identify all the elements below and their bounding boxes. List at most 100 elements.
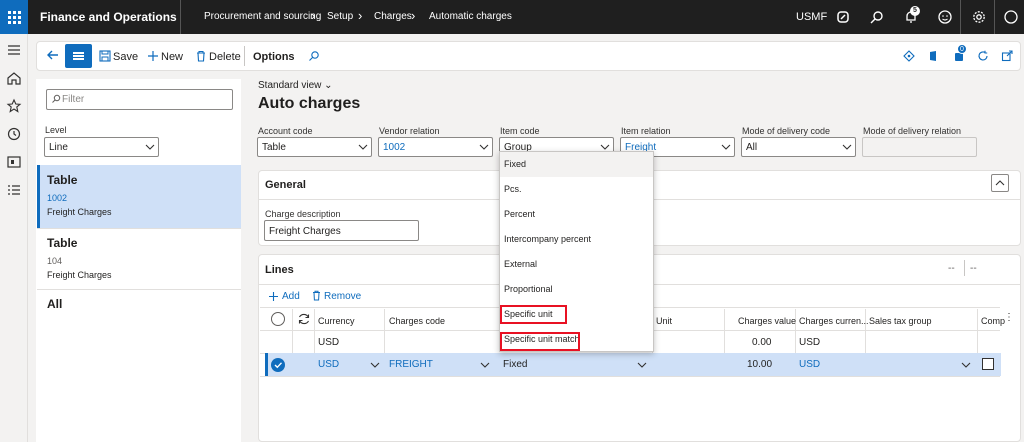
select-all-checkbox[interactable] <box>271 312 285 326</box>
search-icon[interactable] <box>308 50 320 62</box>
office-icon[interactable] <box>927 50 939 62</box>
add-line-button[interactable]: Add <box>282 291 300 302</box>
chevron-down-icon[interactable] <box>480 360 490 370</box>
plus-icon[interactable] <box>268 291 279 302</box>
chevron-down-icon <box>842 144 852 150</box>
record-subtitle: 1002 <box>47 193 68 203</box>
level-label: Level <box>45 125 67 135</box>
column-header-charges-value[interactable]: Charges value <box>738 316 796 326</box>
company-picker[interactable]: USMF <box>796 11 827 23</box>
breadcrumb-item[interactable]: Procurement and sourcing <box>204 11 321 22</box>
menu-item-fixed[interactable]: Fixed <box>500 152 653 177</box>
column-header-charges-code[interactable]: Charges code <box>389 316 445 326</box>
chevron-up-icon <box>995 180 1005 186</box>
record-title: Table <box>47 236 78 250</box>
feedback-smiley-icon[interactable] <box>937 9 953 25</box>
cell-charges-currency[interactable]: USD <box>799 359 820 370</box>
cell-charges-value[interactable]: 10.00 <box>747 359 772 370</box>
menu-item-percent[interactable]: Percent <box>504 202 651 227</box>
collapse-button[interactable] <box>991 174 1009 192</box>
search-icon[interactable] <box>869 9 885 25</box>
hamburger-menu-icon[interactable] <box>6 42 22 58</box>
delete-button[interactable]: Delete <box>209 51 241 63</box>
menu-item-external[interactable]: External <box>504 252 651 277</box>
list-view-button[interactable] <box>65 44 92 68</box>
back-arrow-icon[interactable] <box>46 48 60 62</box>
list-item[interactable]: Table 104 Freight Charges <box>37 228 241 291</box>
cell-category[interactable]: Fixed <box>503 359 527 370</box>
vendor-relation-label: Vendor relation <box>379 126 440 136</box>
help-icon[interactable] <box>1003 9 1019 25</box>
trash-icon[interactable] <box>311 290 322 301</box>
star-icon[interactable] <box>6 98 22 114</box>
chevron-down-icon[interactable] <box>370 360 380 370</box>
general-title[interactable]: General <box>265 179 306 191</box>
diamond-icon[interactable] <box>903 50 915 62</box>
lines-overflow[interactable]: -- <box>948 263 955 274</box>
record-description: Freight Charges <box>47 270 112 280</box>
chevron-down-icon <box>145 144 155 150</box>
record-description: Freight Charges <box>47 207 112 217</box>
view-selector[interactable]: Standard view ⌄ <box>258 80 333 91</box>
home-icon[interactable] <box>6 70 22 86</box>
save-icon[interactable] <box>99 50 111 62</box>
column-header-currency[interactable]: Currency <box>318 316 355 326</box>
copilot-icon[interactable] <box>835 9 851 25</box>
item-relation-label: Item relation <box>621 126 671 136</box>
refresh-icon[interactable] <box>977 50 989 62</box>
menu-item-intercompany-percent[interactable]: Intercompany percent <box>504 227 651 252</box>
more-vertical-icon[interactable]: ⋮ <box>1004 312 1014 323</box>
column-header-sales-tax-group[interactable]: Sales tax group <box>869 316 932 326</box>
trash-icon[interactable] <box>195 50 207 62</box>
list-item[interactable]: All <box>37 289 241 352</box>
row-checkbox-checked[interactable] <box>271 358 285 372</box>
breadcrumb-item: Automatic charges <box>429 11 512 22</box>
app-title[interactable]: Finance and Operations <box>40 10 177 24</box>
save-button[interactable]: Save <box>113 51 138 63</box>
new-button[interactable]: New <box>161 51 183 63</box>
comp-checkbox[interactable] <box>982 358 994 370</box>
item-code-label: Item code <box>500 126 540 136</box>
waffle-icon <box>7 10 21 24</box>
lines-title[interactable]: Lines <box>265 264 294 276</box>
record-title: All <box>47 297 63 311</box>
mode-of-delivery-relation-label: Mode of delivery relation <box>863 126 962 136</box>
clock-icon[interactable] <box>6 126 22 142</box>
column-header-unit[interactable]: Unit <box>656 316 672 326</box>
options-tab[interactable]: Options <box>253 51 295 63</box>
modules-list-icon[interactable] <box>6 182 22 198</box>
list-item[interactable]: Table 1002 Freight Charges <box>37 165 241 228</box>
column-header-comp[interactable]: Comp <box>981 316 1005 326</box>
app-launcher-button[interactable] <box>0 0 28 34</box>
level-value: Line <box>49 142 68 153</box>
gear-icon[interactable] <box>971 9 987 25</box>
chevron-down-icon[interactable] <box>961 360 971 370</box>
chevron-down-icon[interactable] <box>637 360 647 370</box>
record-subtitle: 104 <box>47 256 63 266</box>
annotation-highlight-box <box>500 332 580 351</box>
cell-currency[interactable]: USD <box>318 359 339 370</box>
refresh-icon[interactable] <box>297 312 311 326</box>
chevron-down-icon <box>358 144 368 150</box>
menu-item-pcs[interactable]: Pcs. <box>504 177 651 202</box>
open-new-window-icon[interactable] <box>1001 50 1013 62</box>
cell-charges-currency[interactable]: USD <box>799 337 820 348</box>
annotation-highlight-box <box>500 305 567 324</box>
cell-currency[interactable]: USD <box>318 337 339 348</box>
charge-description-label: Charge description <box>265 209 341 219</box>
workspaces-icon[interactable] <box>6 154 22 170</box>
topbar-divider <box>994 0 995 34</box>
cell-charges-value[interactable]: 0.00 <box>752 337 771 348</box>
cell-charges-code[interactable]: FREIGHT <box>389 359 433 370</box>
breadcrumb-item[interactable]: Charges <box>374 11 412 22</box>
mode-of-delivery-code-dropdown[interactable] <box>741 137 856 157</box>
breadcrumb-item[interactable]: Setup <box>327 11 353 22</box>
remove-line-button[interactable]: Remove <box>324 291 361 302</box>
action-pane <box>36 41 1021 71</box>
menu-item-proportional[interactable]: Proportional <box>504 277 651 302</box>
chevron-right-icon: › <box>411 8 416 23</box>
plus-icon[interactable] <box>147 50 159 62</box>
lines-overflow[interactable]: -- <box>970 263 977 274</box>
column-header-charges-currency[interactable]: Charges curren... <box>799 316 869 326</box>
vendor-relation-value[interactable]: 1002 <box>383 142 405 153</box>
